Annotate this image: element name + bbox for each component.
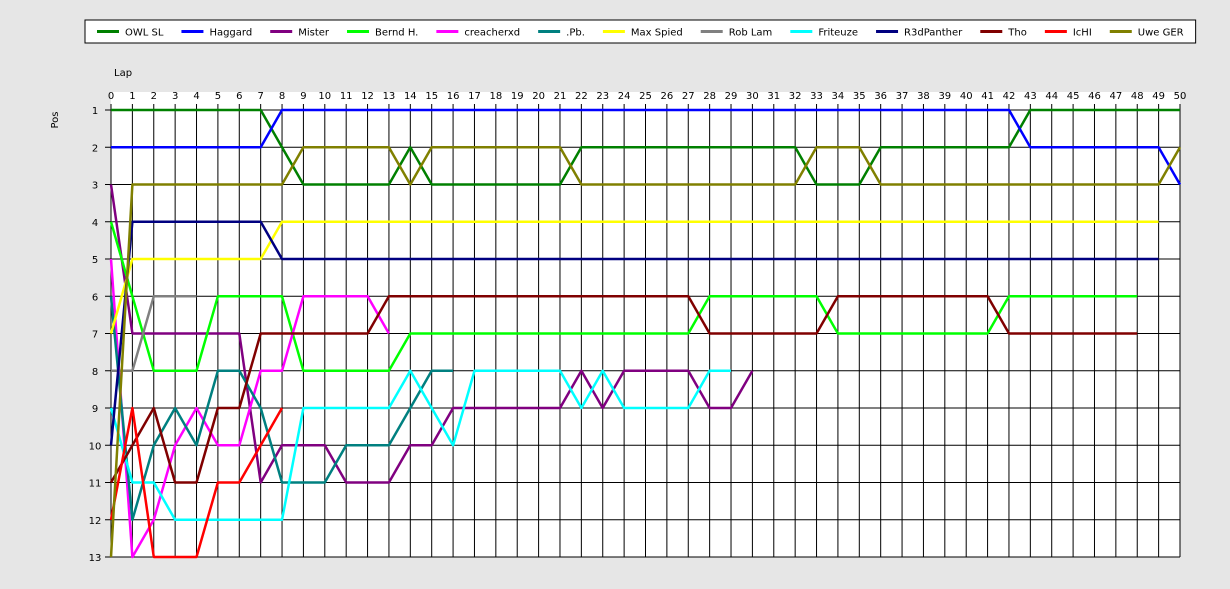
y-tick-label: 1 bbox=[92, 106, 98, 117]
x-tick-label: 19 bbox=[511, 91, 524, 102]
y-tick-label: 8 bbox=[92, 367, 98, 378]
x-tick-label: 3 bbox=[172, 91, 178, 102]
x-tick-label: 44 bbox=[1045, 91, 1058, 102]
x-tick-label: 20 bbox=[532, 91, 545, 102]
x-tick-label: 14 bbox=[404, 91, 417, 102]
legend-label: creacherxd bbox=[464, 28, 520, 39]
position-chart: OWL SL Haggard Mister Bernd H. creacherxd .Pb… bbox=[0, 0, 1230, 585]
x-tick-label: 38 bbox=[917, 91, 930, 102]
y-tick-label: 9 bbox=[92, 404, 98, 415]
x-tick-label: 36 bbox=[874, 91, 887, 102]
x-tick-label: 32 bbox=[789, 91, 802, 102]
legend-label: OWL SL bbox=[125, 28, 164, 39]
x-tick-label: 39 bbox=[938, 91, 951, 102]
legend-label: Max Spied bbox=[631, 28, 683, 39]
chart-svg: OWL SL Haggard Mister Bernd H. creacherxd .Pb… bbox=[0, 0, 1230, 585]
y-tick-label: 11 bbox=[89, 479, 102, 490]
x-tick-label: 10 bbox=[318, 91, 331, 102]
x-tick-label: 33 bbox=[810, 91, 823, 102]
x-tick-label: 35 bbox=[853, 91, 866, 102]
x-tick-label: 50 bbox=[1174, 91, 1187, 102]
y-tick-label: 3 bbox=[92, 181, 98, 192]
x-tick-label: 42 bbox=[1003, 91, 1016, 102]
x-tick-label: 21 bbox=[554, 91, 567, 102]
legend-label: Haggard bbox=[209, 28, 252, 39]
legend-label: Uwe GER bbox=[1138, 28, 1184, 39]
x-tick-label: 23 bbox=[596, 91, 609, 102]
legend-label: Friteuze bbox=[818, 28, 858, 39]
y-tick-label: 6 bbox=[92, 292, 98, 303]
x-tick-label: 47 bbox=[1109, 91, 1122, 102]
legend: OWL SL Haggard Mister Bernd H. creacherxd .Pb… bbox=[84, 19, 1197, 44]
x-tick-label: 31 bbox=[767, 91, 780, 102]
x-tick-label: 41 bbox=[981, 91, 994, 102]
y-tick-label: 12 bbox=[89, 516, 102, 527]
legend-label: Tho bbox=[1007, 28, 1027, 39]
x-tick-label: 15 bbox=[425, 91, 438, 102]
legend-label: .Pb. bbox=[566, 28, 585, 39]
x-tick-label: 1 bbox=[129, 91, 135, 102]
x-tick-label: 9 bbox=[300, 91, 306, 102]
x-tick-label: 12 bbox=[361, 91, 374, 102]
x-tick-label: 0 bbox=[108, 91, 114, 102]
x-tick-label: 29 bbox=[725, 91, 738, 102]
x-tick-label: 43 bbox=[1024, 91, 1037, 102]
x-tick-label: 28 bbox=[703, 91, 716, 102]
legend-label: Mister bbox=[298, 28, 330, 39]
x-tick-label: 49 bbox=[1152, 91, 1165, 102]
x-tick-label: 45 bbox=[1067, 91, 1080, 102]
x-tick-label: 26 bbox=[661, 91, 674, 102]
x-tick-label: 8 bbox=[279, 91, 285, 102]
x-tick-label: 22 bbox=[575, 91, 588, 102]
x-tick-label: 40 bbox=[960, 91, 973, 102]
y-tick-label: 2 bbox=[92, 143, 98, 154]
y-tick-label: 5 bbox=[92, 255, 98, 266]
x-tick-label: 5 bbox=[215, 91, 221, 102]
y-tick-label: 7 bbox=[92, 330, 98, 341]
x-tick-label: 25 bbox=[639, 91, 652, 102]
x-tick-label: 46 bbox=[1088, 91, 1101, 102]
x-tick-label: 7 bbox=[257, 91, 263, 102]
x-tick-label: 4 bbox=[193, 91, 199, 102]
x-tick-label: 34 bbox=[832, 91, 845, 102]
x-tick-label: 37 bbox=[896, 91, 909, 102]
x-tick-label: 48 bbox=[1131, 91, 1144, 102]
x-tick-label: 17 bbox=[468, 91, 481, 102]
y-tick-label: 13 bbox=[89, 553, 102, 564]
x-tick-label: 27 bbox=[682, 91, 695, 102]
legend-label: Bernd H. bbox=[375, 28, 418, 39]
x-tick-label: 13 bbox=[383, 91, 396, 102]
legend-label: IcHI bbox=[1073, 28, 1092, 39]
y-tick-label: 4 bbox=[92, 218, 98, 229]
grid bbox=[105, 92, 1181, 558]
legend-label: R3dPanther bbox=[904, 28, 963, 39]
y-axis-label: Pos bbox=[50, 111, 61, 128]
x-tick-label: 18 bbox=[489, 91, 502, 102]
y-tick-label: 10 bbox=[89, 441, 102, 452]
x-tick-label: 2 bbox=[151, 91, 157, 102]
x-tick-label: 24 bbox=[618, 91, 631, 102]
legend-label: Rob Lam bbox=[729, 28, 773, 39]
x-tick-label: 11 bbox=[340, 91, 353, 102]
x-axis-label: Lap bbox=[114, 68, 132, 79]
x-tick-label: 6 bbox=[236, 91, 242, 102]
x-tick-label: 30 bbox=[746, 91, 759, 102]
x-tick-label: 16 bbox=[447, 91, 460, 102]
